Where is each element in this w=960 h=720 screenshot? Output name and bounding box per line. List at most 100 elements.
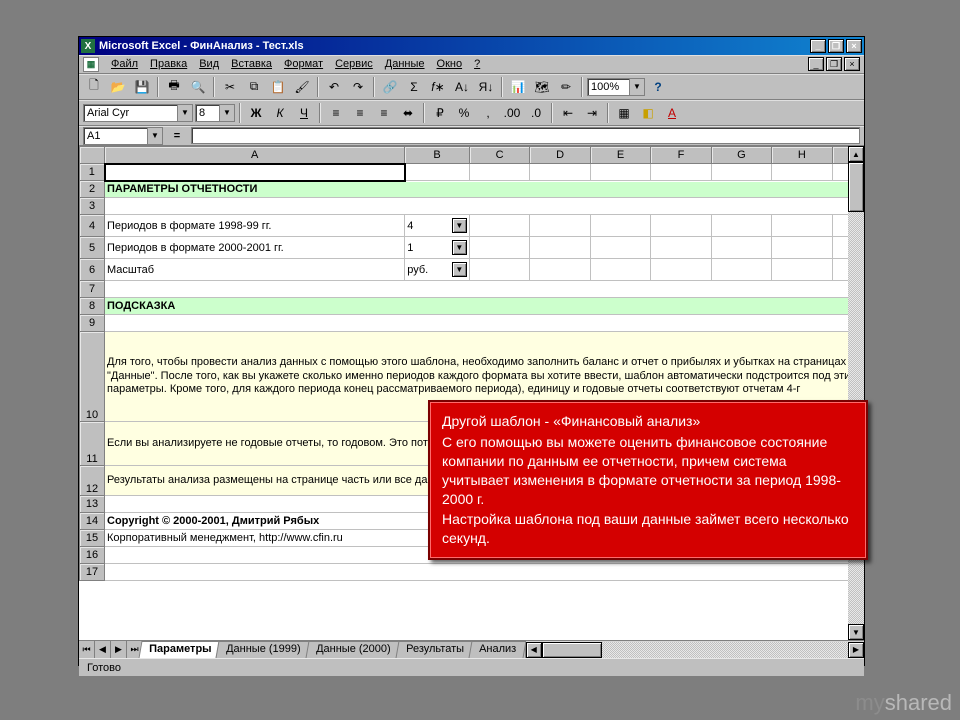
borders-button[interactable]: ▦ <box>613 102 635 123</box>
function-button[interactable]: f∗ <box>427 76 449 97</box>
row-header[interactable]: 13 <box>80 496 105 513</box>
col-header-F[interactable]: F <box>651 147 711 164</box>
select-all-button[interactable] <box>80 147 105 164</box>
col-header-A[interactable]: A <box>105 147 405 164</box>
tab-data-2000[interactable]: Данные (2000) <box>306 641 402 658</box>
menu-data[interactable]: Данные <box>379 57 431 71</box>
dropdown-periods-2000[interactable]: 1▼ <box>405 237 470 259</box>
row-header[interactable]: 2 <box>80 181 105 198</box>
row-header[interactable]: 9 <box>80 315 105 332</box>
label-periods-2000[interactable]: Периодов в формате 2000-2001 гг. <box>105 237 405 259</box>
section-header-parameters[interactable]: ПАРАМЕТРЫ ОТЧЕТНОСТИ <box>105 181 864 198</box>
align-right-button[interactable]: ≡ <box>373 102 395 123</box>
copy-button[interactable]: ⧉ <box>243 76 265 97</box>
workbook-icon[interactable]: ▦ <box>83 57 99 72</box>
menu-format[interactable]: Формат <box>278 57 329 71</box>
label-scale[interactable]: Масштаб <box>105 259 405 281</box>
tab-first-button[interactable]: ⏮ <box>79 641 95 658</box>
cell-A1[interactable] <box>105 164 405 181</box>
scroll-thumb[interactable] <box>848 162 864 212</box>
align-left-button[interactable]: ≡ <box>325 102 347 123</box>
scroll-right-button[interactable]: ▶ <box>848 642 864 658</box>
scroll-thumb[interactable] <box>542 642 602 658</box>
print-button[interactable]: 🖶 <box>163 76 185 97</box>
underline-button[interactable]: Ч <box>293 102 315 123</box>
font-color-button[interactable]: A <box>661 102 683 123</box>
tab-analysis[interactable]: Анализ <box>468 641 526 658</box>
tab-prev-button[interactable]: ◀ <box>95 641 111 658</box>
row-header[interactable]: 14 <box>80 513 105 530</box>
map-button[interactable]: 🗺 <box>531 76 553 97</box>
menu-edit[interactable]: Правка <box>144 57 193 71</box>
chevron-down-icon[interactable]: ▼ <box>452 240 467 255</box>
col-header-H[interactable]: H <box>772 147 832 164</box>
row-header[interactable]: 11 <box>80 422 105 466</box>
print-preview-button[interactable]: 🔍 <box>187 76 209 97</box>
menu-view[interactable]: Вид <box>193 57 225 71</box>
row-header[interactable]: 8 <box>80 298 105 315</box>
menu-help[interactable]: ? <box>468 57 486 71</box>
sort-desc-button[interactable]: Я↓ <box>475 76 497 97</box>
redo-button[interactable]: ↷ <box>347 76 369 97</box>
doc-close-button[interactable]: × <box>844 57 860 71</box>
save-button[interactable]: 💾 <box>131 76 153 97</box>
scroll-up-button[interactable]: ▲ <box>848 146 864 162</box>
menu-file[interactable]: Файл <box>105 57 144 71</box>
chevron-down-icon[interactable]: ▼ <box>177 105 192 121</box>
minimize-button[interactable]: _ <box>810 39 826 53</box>
tab-data-1999[interactable]: Данные (1999) <box>216 641 312 658</box>
chevron-down-icon[interactable]: ▼ <box>452 262 467 277</box>
col-header-B[interactable]: B <box>405 147 470 164</box>
col-header-C[interactable]: C <box>469 147 529 164</box>
menu-tools[interactable]: Сервис <box>329 57 379 71</box>
chevron-down-icon[interactable]: ▼ <box>452 218 467 233</box>
cut-button[interactable]: ✂ <box>219 76 241 97</box>
tab-next-button[interactable]: ▶ <box>111 641 127 658</box>
format-painter-button[interactable]: 🖌 <box>291 76 313 97</box>
hyperlink-button[interactable]: 🔗 <box>379 76 401 97</box>
chart-wizard-button[interactable]: 📊 <box>507 76 529 97</box>
font-size-combo[interactable]: 8 ▼ <box>195 104 235 122</box>
row-header[interactable]: 7 <box>80 281 105 298</box>
comma-button[interactable]: , <box>477 102 499 123</box>
new-button[interactable]: 🗋 <box>83 76 105 97</box>
decrease-decimal-button[interactable]: .0 <box>525 102 547 123</box>
paste-button[interactable]: 📋 <box>267 76 289 97</box>
sort-asc-button[interactable]: A↓ <box>451 76 473 97</box>
zoom-combo[interactable]: 100% ▼ <box>587 78 645 96</box>
percent-button[interactable]: % <box>453 102 475 123</box>
col-header-E[interactable]: E <box>590 147 650 164</box>
horizontal-scrollbar[interactable]: ◀ ▶ <box>525 641 864 658</box>
increase-decimal-button[interactable]: .00 <box>501 102 523 123</box>
tab-parameters[interactable]: Параметры <box>139 641 222 658</box>
currency-button[interactable]: ₽ <box>429 102 451 123</box>
equals-button[interactable]: = <box>167 130 187 142</box>
help-button[interactable]: ? <box>647 76 669 97</box>
merge-center-button[interactable]: ⬌ <box>397 102 419 123</box>
font-combo[interactable]: Arial Cyr ▼ <box>83 104 193 122</box>
restore-button[interactable]: ❐ <box>828 39 844 53</box>
row-header[interactable]: 3 <box>80 198 105 215</box>
increase-indent-button[interactable]: ⇥ <box>581 102 603 123</box>
section-header-hint[interactable]: ПОДСКАЗКА <box>105 298 864 315</box>
dropdown-periods-1998[interactable]: 4▼ <box>405 215 470 237</box>
undo-button[interactable]: ↶ <box>323 76 345 97</box>
fill-color-button[interactable]: ◧ <box>637 102 659 123</box>
align-center-button[interactable]: ≡ <box>349 102 371 123</box>
row-header[interactable]: 12 <box>80 466 105 496</box>
open-button[interactable]: 📂 <box>107 76 129 97</box>
scroll-left-button[interactable]: ◀ <box>526 642 542 658</box>
menu-insert[interactable]: Вставка <box>225 57 278 71</box>
close-button[interactable]: × <box>846 39 862 53</box>
vertical-scrollbar[interactable]: ▲ ▼ <box>848 146 864 640</box>
menu-window[interactable]: Окно <box>431 57 469 71</box>
formula-input[interactable] <box>191 127 860 144</box>
doc-minimize-button[interactable]: _ <box>808 57 824 71</box>
chevron-down-icon[interactable]: ▼ <box>147 128 162 144</box>
row-header[interactable]: 16 <box>80 547 105 564</box>
autosum-button[interactable]: Σ <box>403 76 425 97</box>
label-periods-1998[interactable]: Периодов в формате 1998-99 гг. <box>105 215 405 237</box>
decrease-indent-button[interactable]: ⇤ <box>557 102 579 123</box>
row-header[interactable]: 4 <box>80 215 105 237</box>
chevron-down-icon[interactable]: ▼ <box>219 105 234 121</box>
